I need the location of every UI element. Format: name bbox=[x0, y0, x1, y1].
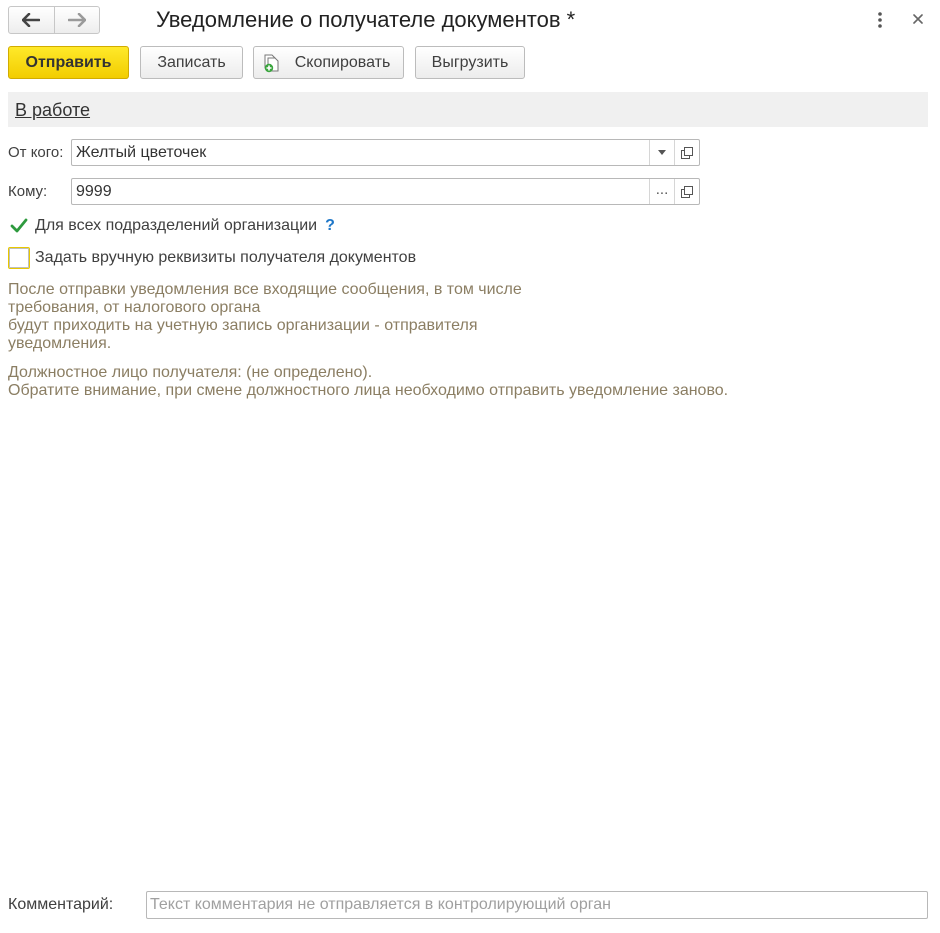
info-line: уведомления. bbox=[8, 335, 112, 352]
from-open-button[interactable] bbox=[674, 140, 699, 165]
all-divisions-checkbox[interactable] bbox=[8, 215, 30, 237]
from-value[interactable]: Желтый цветочек bbox=[72, 140, 649, 165]
status-link[interactable]: В работе bbox=[15, 100, 90, 121]
to-open-button[interactable] bbox=[674, 179, 699, 204]
checkmark-icon bbox=[10, 218, 28, 233]
info-line: Должностное лицо получателя: (не определ… bbox=[8, 364, 373, 381]
from-label: От кого: bbox=[8, 144, 64, 161]
ellipsis-icon: ... bbox=[655, 181, 669, 198]
upload-button[interactable]: Выгрузить bbox=[415, 46, 525, 79]
save-button[interactable]: Записать bbox=[140, 46, 243, 79]
manual-requisites-row: Задать вручную реквизиты получателя доку… bbox=[8, 247, 416, 269]
all-divisions-label[interactable]: Для всех подразделений организации bbox=[35, 217, 317, 235]
history-navigation bbox=[8, 6, 100, 34]
manual-requisites-label[interactable]: Задать вручную реквизиты получателя доку… bbox=[35, 249, 416, 267]
arrow-left-icon bbox=[22, 13, 41, 27]
status-panel: В работе bbox=[8, 92, 928, 127]
all-divisions-row: Для всех подразделений организации ? bbox=[8, 215, 335, 237]
info-paragraph-2: Должностное лицо получателя: (не определ… bbox=[8, 364, 728, 400]
close-icon[interactable] bbox=[909, 10, 927, 28]
comment-label: Комментарий: bbox=[8, 896, 114, 913]
help-icon[interactable]: ? bbox=[325, 217, 335, 235]
page-title: Уведомление о получателе документов * bbox=[156, 7, 576, 32]
open-form-icon bbox=[681, 185, 693, 198]
manual-requisites-checkbox[interactable] bbox=[8, 247, 30, 269]
from-field[interactable]: Желтый цветочек bbox=[71, 139, 700, 166]
comment-input[interactable] bbox=[146, 891, 928, 919]
arrow-right-icon bbox=[67, 13, 86, 27]
to-field[interactable]: 9999 ... bbox=[71, 178, 700, 205]
info-line: После отправки уведомления все входящие … bbox=[8, 281, 522, 298]
from-dropdown-button[interactable] bbox=[649, 140, 674, 165]
copy-button[interactable]: Скопировать bbox=[253, 46, 404, 79]
open-form-icon bbox=[681, 146, 693, 159]
to-value[interactable]: 9999 bbox=[72, 179, 649, 204]
more-vertical-icon[interactable] bbox=[872, 10, 888, 30]
send-button[interactable]: Отправить bbox=[8, 46, 129, 79]
info-line: будут приходить на учетную запись органи… bbox=[8, 317, 478, 334]
copy-button-label: Скопировать bbox=[294, 53, 391, 71]
copy-document-icon bbox=[264, 54, 279, 73]
chevron-down-icon bbox=[658, 150, 666, 155]
to-select-button[interactable]: ... bbox=[649, 179, 674, 204]
forward-button[interactable] bbox=[53, 7, 100, 33]
to-label: Кому: bbox=[8, 183, 48, 200]
info-paragraph-1: После отправки уведомления все входящие … bbox=[8, 281, 522, 353]
info-line: Обратите внимание, при смене должностног… bbox=[8, 382, 729, 399]
info-line: требования, от налогового органа bbox=[8, 299, 261, 316]
back-button[interactable] bbox=[9, 7, 54, 33]
